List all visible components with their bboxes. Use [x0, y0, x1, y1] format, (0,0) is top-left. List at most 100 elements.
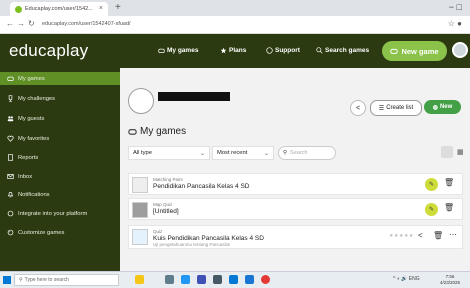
new-tab-button[interactable]: + [115, 2, 121, 13]
sidebar-item-label: Integrate into your platform [18, 210, 88, 217]
word-icon[interactable] [245, 275, 254, 284]
gamepad-icon: ◍ [432, 104, 438, 111]
game-thumbnail [132, 229, 148, 245]
nav-support-label: Support [275, 47, 300, 54]
browser-tab-bar: Educaplay.com/user/1542... × + − □ [0, 0, 470, 16]
gamepad-icon [128, 129, 137, 135]
file-explorer-icon[interactable] [197, 275, 206, 284]
sidebar-item-label: My challenges [18, 95, 56, 102]
sidebar-item-my-games[interactable]: My games [0, 72, 120, 85]
main-content: < ☰ Create list ◍ New My games All type … [120, 68, 470, 271]
forward-arrow-icon[interactable]: → [17, 19, 25, 28]
new-button[interactable]: ◍ New [424, 100, 461, 114]
delete-icon[interactable]: 🗑 [444, 203, 454, 212]
mail-app-icon[interactable] [229, 275, 238, 284]
palette-icon [7, 229, 14, 236]
nav-support[interactable]: Support [266, 47, 300, 54]
game-thumbnail [132, 177, 148, 193]
more-options-icon[interactable]: ⋯ [449, 230, 457, 239]
taskbar-clock[interactable]: 7:56 4/23/2025 [440, 274, 460, 285]
chrome-icon[interactable] [261, 275, 270, 284]
sidebar-item-label: Reports [18, 154, 39, 161]
filter-bar: All type ⌄ Most recent ⌄ ⚲ Search ▦ [128, 146, 464, 162]
user-avatar[interactable] [452, 42, 468, 58]
browser-tab[interactable]: Educaplay.com/user/1542... × [10, 2, 108, 16]
educaplay-favicon-icon [15, 5, 22, 13]
game-title[interactable]: Kuis Pendidikan Pancasila Kelas 4 SD [153, 235, 264, 242]
window-controls[interactable]: − □ [449, 2, 462, 12]
heart-icon [7, 135, 14, 142]
mail-icon [7, 174, 14, 179]
game-title[interactable]: Pendidikan Pancasila Kelas 4 SD [153, 183, 249, 190]
sidebar-item-my-favorites[interactable]: My favorites [0, 132, 120, 145]
reload-icon[interactable]: ↻ [28, 19, 35, 28]
sort-value: Most recent [217, 150, 248, 156]
share-icon: < [355, 104, 361, 112]
new-game-button[interactable]: New game [382, 41, 447, 61]
educaplay-logo[interactable]: educaplay [9, 41, 88, 61]
back-arrow-icon[interactable]: ← [6, 19, 14, 28]
gamepad-icon [7, 76, 14, 81]
game-row[interactable]: Matching Pairs Pendidikan Pancasila Kela… [128, 173, 463, 195]
grid-view-icon[interactable]: ▦ [457, 148, 464, 156]
sidebar-item-inbox[interactable]: Inbox [0, 170, 120, 183]
game-type: Matching Pairs [153, 177, 183, 182]
windows-start-icon[interactable] [3, 276, 11, 284]
chevron-down-icon: ⌄ [199, 151, 205, 157]
list-view-toggle[interactable] [441, 146, 453, 158]
sidebar-item-label: My guests [18, 115, 45, 122]
bookmark-star-icon[interactable]: ☆ ● [448, 19, 462, 28]
users-icon [7, 116, 14, 122]
game-row[interactable]: Quiz Kuis Pendidikan Pancasila Kelas 4 S… [128, 225, 463, 249]
profile-avatar [128, 88, 154, 114]
task-view-icon[interactable] [165, 275, 174, 284]
plug-icon [7, 210, 14, 217]
sidebar-item-customize-games[interactable]: Customize games [0, 226, 120, 239]
search-placeholder: Search [290, 150, 308, 156]
new-label: New [439, 104, 453, 110]
os-taskbar: ⚲ Type here to search ^ ◗ 🔊 ENG 7:56 4/2… [0, 271, 470, 288]
store-icon[interactable] [213, 275, 222, 284]
address-bar: ← → ↻ educaplay.com/user/1542407-sfuad/ … [0, 16, 470, 34]
section-title-label: My games [140, 126, 187, 137]
game-row[interactable]: Map Quiz [Untitled] ✎ 🗑 [128, 198, 463, 220]
tab-title: Educaplay.com/user/1542... [25, 6, 93, 12]
report-icon [8, 154, 13, 161]
sidebar-item-label: Notifications [18, 191, 50, 198]
sidebar-item-integrate[interactable]: Integrate into your platform [0, 207, 120, 220]
create-list-button[interactable]: ☰ Create list [370, 100, 422, 116]
edge-icon[interactable] [181, 275, 190, 284]
type-filter-select[interactable]: All type ⌄ [128, 146, 210, 160]
search-icon: ⚲ [283, 150, 288, 156]
share-icon[interactable]: < [418, 231, 423, 240]
nav-plans[interactable]: Plans [220, 47, 246, 54]
edit-button[interactable]: ✎ [425, 203, 438, 216]
pencil-icon: ✎ [428, 182, 435, 188]
nav-my-games[interactable]: My games [158, 47, 198, 54]
share-button[interactable]: < [350, 100, 366, 116]
game-title[interactable]: [Untitled] [153, 208, 179, 215]
edit-button[interactable]: ✎ [425, 178, 438, 191]
nav-search-games[interactable]: Search games [316, 47, 369, 54]
game-thumbnail [132, 202, 148, 218]
nav-my-games-label: My games [167, 47, 199, 54]
taskbar-search-input[interactable]: ⚲ Type here to search [14, 274, 119, 286]
search-input[interactable]: ⚲ Search [278, 146, 336, 160]
sort-select[interactable]: Most recent ⌄ [212, 146, 274, 160]
sidebar-item-notifications[interactable]: Notifications [0, 188, 120, 201]
tab-close-icon[interactable]: × [99, 5, 103, 12]
sidebar-item-my-guests[interactable]: My guests [0, 112, 120, 125]
system-tray-icons[interactable]: ^ ◗ 🔊 ENG [393, 276, 420, 282]
url-field[interactable]: educaplay.com/user/1542407-sfuad/ [42, 21, 131, 27]
redacted-username [158, 92, 230, 101]
search-icon: ⚲ [19, 277, 23, 283]
weather-icon[interactable] [135, 275, 144, 284]
new-game-label: New game [401, 46, 439, 56]
sidebar-item-reports[interactable]: Reports [0, 151, 120, 164]
trophy-icon [8, 95, 13, 102]
delete-icon[interactable]: 🗑 [433, 231, 443, 240]
delete-icon[interactable]: 🗑 [444, 178, 454, 187]
nav-plans-label: Plans [229, 47, 247, 54]
sidebar-item-my-challenges[interactable]: My challenges [0, 92, 120, 105]
rating-stars: ★★★★★ [389, 233, 414, 239]
